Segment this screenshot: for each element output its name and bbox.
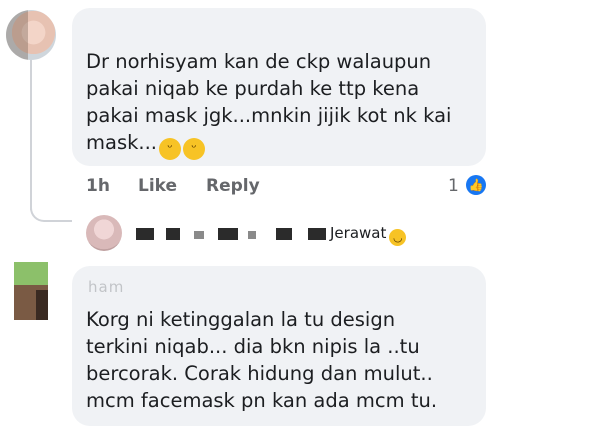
grinning-emoji-icon: ᵕ <box>183 138 205 160</box>
commenter-avatar[interactable] <box>14 262 48 320</box>
like-button[interactable]: Like <box>138 176 177 196</box>
comment-timestamp[interactable]: 1h <box>86 176 110 196</box>
reply-preview-text: Jerawat ◡ <box>330 224 407 246</box>
redaction-block <box>166 228 180 240</box>
grinning-emoji-icon: ᵕ <box>159 138 181 160</box>
redaction-block <box>276 228 292 240</box>
commenter-avatar[interactable] <box>6 10 56 60</box>
reaction-count[interactable]: 1 <box>448 176 459 196</box>
redaction-block <box>218 228 238 240</box>
redaction-block <box>248 231 256 239</box>
redaction-block <box>194 231 204 239</box>
reply-preview-snippet: Jerawat <box>330 224 387 242</box>
thread-connector-line <box>30 60 32 210</box>
comment-text: Korg ni ketinggalan la tu design terkini… <box>86 308 438 412</box>
reply-avatar <box>86 215 122 251</box>
like-thumb-icon[interactable]: 👍 <box>466 175 486 195</box>
comment-author-name[interactable]: ham <box>88 278 124 296</box>
laughing-emoji-icon: ◡ <box>389 229 407 246</box>
redaction-block <box>308 228 326 240</box>
comment-text-body: Dr norhisyam kan de ckp walaupun pakai n… <box>86 50 452 154</box>
reply-preview[interactable]: Jerawat ◡ <box>86 215 466 251</box>
redaction-block <box>136 228 154 240</box>
reply-button[interactable]: Reply <box>206 176 260 196</box>
comment-text: Dr norhisyam kan de ckp walaupun pakai n… <box>86 48 481 160</box>
thread-connector-curve <box>30 192 72 222</box>
